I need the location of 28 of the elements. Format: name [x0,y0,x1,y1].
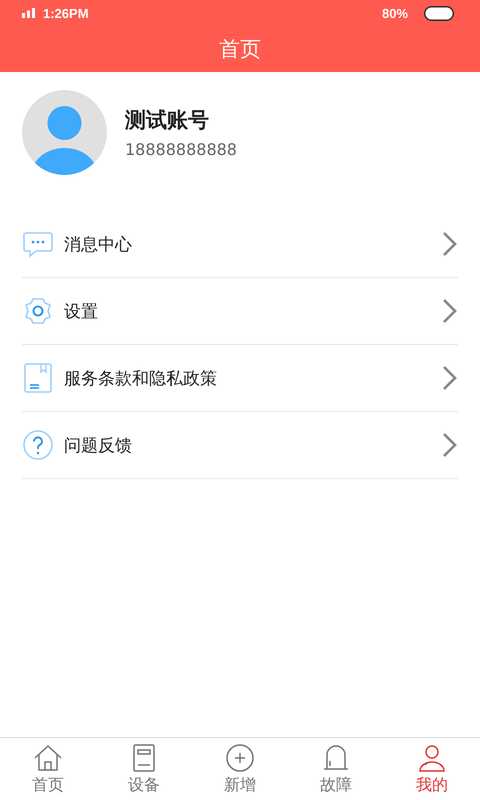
signal-icon [22,8,35,18]
bell-icon [321,742,351,772]
menu-item[interactable]: 服务条款和隐私政策 [22,345,458,412]
chevron-right-icon [442,231,458,257]
add-icon [225,742,255,772]
home-icon [33,742,63,772]
tab-item[interactable]: 设备 [96,738,192,800]
menu-item[interactable]: 消息中心 [22,211,458,278]
phone-number: 18888888888 [125,140,237,159]
settings-icon [22,295,54,327]
status-time: 1:26PM [43,6,89,20]
battery-icon [424,6,454,20]
tab-item[interactable]: 首页 [0,738,96,800]
help-icon [22,429,54,461]
page-title: 首页 [219,36,261,63]
chevron-right-icon [442,298,458,324]
document-icon [22,362,54,394]
avatar-icon [22,90,107,175]
tab-item[interactable]: 新增 [192,738,288,800]
menu-item[interactable]: 设置 [22,278,458,345]
chevron-right-icon [442,432,458,458]
chevron-right-icon [442,365,458,391]
user-icon [417,742,447,772]
battery-percent: 80% [382,6,408,20]
account-name: 测试账号 [125,107,210,134]
tab-item[interactable]: 我的 [384,738,480,800]
menu-item[interactable]: 问题反馈 [22,412,458,479]
tab-item[interactable]: 故障 [288,738,384,800]
